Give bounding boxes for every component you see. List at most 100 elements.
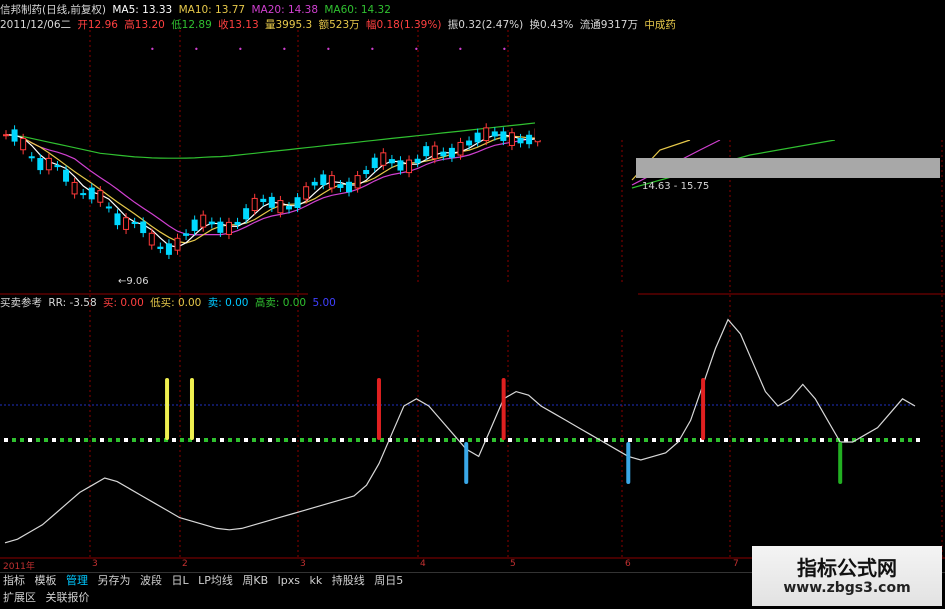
toolbar-item-lpxs[interactable]: lpxs — [275, 573, 303, 589]
candle-body — [54, 165, 61, 168]
toolbar-item-indicator[interactable]: 指标 — [0, 573, 28, 589]
time-label: 7 — [733, 559, 739, 569]
candle-body — [285, 206, 292, 210]
candle-body — [97, 190, 104, 203]
candle-body — [406, 159, 413, 174]
candle-body — [80, 193, 87, 196]
baseline-dot — [348, 438, 352, 442]
candle-body — [71, 181, 78, 195]
baseline-dot — [508, 438, 512, 442]
baseline-dot — [36, 438, 40, 442]
ma20-value: MA20: 14.38 — [251, 4, 319, 16]
baseline-dot — [772, 438, 776, 442]
time-label: 5 — [510, 559, 516, 569]
candle-body — [431, 145, 438, 160]
candle-body — [294, 197, 301, 208]
toolbar-item-day-l[interactable]: 日L — [169, 573, 192, 589]
baseline-dot — [580, 438, 584, 442]
candle-body — [414, 158, 421, 164]
toolbar-item-save-as[interactable]: 另存为 — [95, 573, 134, 589]
indicator-panel — [0, 318, 920, 544]
candle-body — [303, 186, 310, 200]
amount-value: 额523万 — [318, 19, 360, 31]
change-value: 幅0.18(1.39%) — [365, 19, 442, 31]
candle-body — [140, 221, 147, 234]
top-marker: • — [238, 45, 243, 54]
baseline-dot — [892, 438, 896, 442]
baseline-dot — [884, 438, 888, 442]
baseline-dot — [308, 438, 312, 442]
ma10-value: MA10: 13.77 — [178, 4, 246, 16]
baseline-dot — [124, 438, 128, 442]
candle-body — [208, 221, 215, 225]
turnover-value: 换0.43% — [529, 19, 574, 31]
baseline-dot — [268, 438, 272, 442]
baseline-dot — [84, 438, 88, 442]
candle-body — [123, 217, 130, 230]
baseline-dot — [52, 438, 56, 442]
volume-value: 量3995.3 — [265, 19, 313, 31]
baseline-dot — [908, 438, 912, 442]
time-label: 2 — [182, 559, 188, 569]
baseline-dot — [636, 438, 640, 442]
baseline-dot — [172, 438, 176, 442]
candle-body — [28, 156, 35, 159]
baseline-dot — [748, 438, 752, 442]
baseline-dot — [228, 438, 232, 442]
chart-header-row1: 信邦制药(日线,前复权) MA5: 13.33 MA10: 13.77 MA20… — [0, 3, 394, 17]
candle-body — [491, 131, 498, 137]
candle-body — [20, 137, 27, 151]
indicator-title: 买卖参考 — [0, 297, 42, 309]
toolbar-item-week-day5[interactable]: 周日5 — [371, 573, 406, 589]
baseline-dot — [204, 438, 208, 442]
range-label: 14.63 - 15.75 — [642, 181, 710, 192]
toolbar-item-manage[interactable]: 管理 — [63, 573, 91, 589]
time-label: 4 — [420, 559, 426, 569]
candle-body — [517, 138, 524, 144]
baseline-dot — [692, 438, 696, 442]
candle-body — [105, 206, 112, 209]
baseline-dot — [332, 438, 336, 442]
toolbar-item-week-kb[interactable]: 周KB — [239, 573, 271, 589]
candle-body — [260, 198, 267, 203]
toolbar-item-kk[interactable]: kk — [306, 573, 325, 589]
baseline-dot — [564, 438, 568, 442]
toolbar-item-holding-line[interactable]: 持股线 — [329, 573, 368, 589]
baseline-dot — [340, 438, 344, 442]
candle-body — [174, 237, 181, 251]
baseline-dot — [68, 438, 72, 442]
ma5-value: MA5: 13.33 — [112, 4, 173, 16]
candle-body — [328, 175, 335, 189]
candle-body — [268, 196, 275, 208]
top-marker: • — [458, 45, 463, 54]
toolbar-item-wave[interactable]: 波段 — [137, 573, 165, 589]
baseline-dot — [684, 438, 688, 442]
baseline-dot — [12, 438, 16, 442]
toolbar-item-template[interactable]: 模板 — [32, 573, 60, 589]
candle-body — [474, 132, 481, 143]
baseline-dot — [252, 438, 256, 442]
baseline-dot — [532, 438, 536, 442]
baseline-dot — [588, 438, 592, 442]
baseline-dot — [156, 438, 160, 442]
candle-body — [63, 169, 70, 182]
date-value: 2011/12/06二 — [0, 19, 72, 31]
baseline-dot — [284, 438, 288, 442]
tab-related-quotes[interactable]: 关联报价 — [43, 590, 93, 606]
baseline-dot — [604, 438, 608, 442]
toolbar-item-lp-ma[interactable]: LP均线 — [195, 573, 236, 589]
low-value: 低12.89 — [171, 19, 212, 31]
top-marker: • — [326, 45, 331, 54]
candle-body — [225, 221, 232, 235]
baseline-dot — [788, 438, 792, 442]
rr-value: RR: -3.58 — [48, 297, 97, 309]
redacted-area-mid — [308, 283, 638, 327]
candle-body — [277, 200, 284, 214]
baseline-dot — [724, 438, 728, 442]
high-sell-value: 高卖: 0.00 — [254, 297, 307, 309]
tab-extension-area[interactable]: 扩展区 — [0, 590, 39, 606]
baseline-dot — [652, 438, 656, 442]
open-value: 开12.96 — [77, 19, 118, 31]
baseline-dot — [28, 438, 32, 442]
highlight-bar — [636, 158, 940, 178]
